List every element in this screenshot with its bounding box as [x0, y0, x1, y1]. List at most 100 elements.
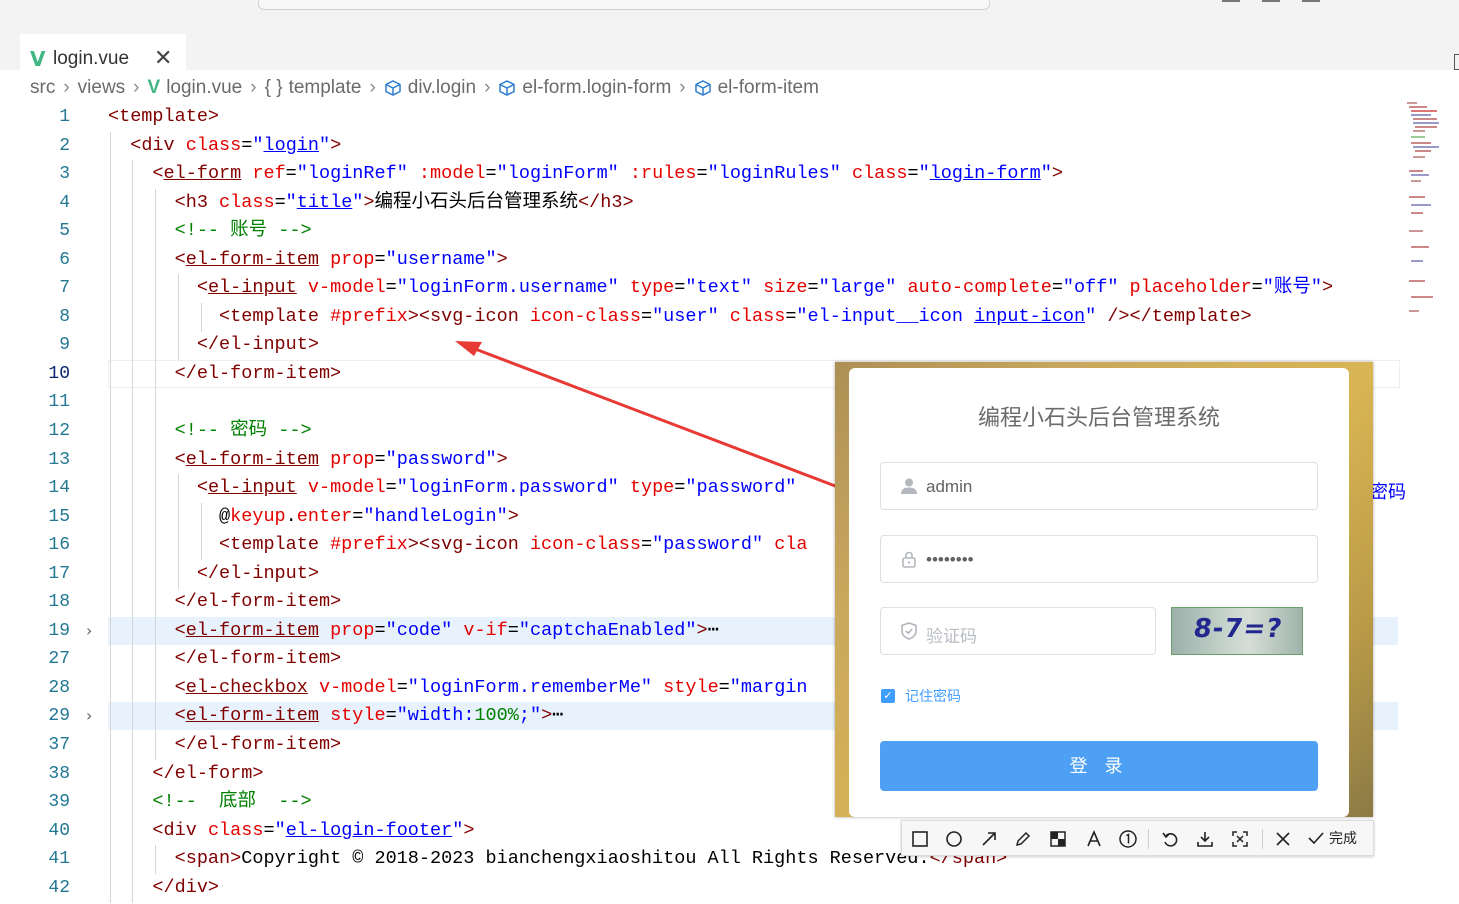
- code-line: 5 <!-- 账号 -->: [0, 217, 1400, 247]
- vue-icon: V: [147, 77, 161, 98]
- line-number: 38: [48, 763, 70, 784]
- line-number: 3: [59, 164, 70, 185]
- line-number: 8: [59, 306, 70, 327]
- cube-icon: [499, 80, 516, 96]
- code-text: <el-checkbox v-model="loginForm.remember…: [174, 676, 808, 698]
- code-text: <el-form ref="loginRef" :model="loginFor…: [152, 163, 1063, 185]
- circle-icon[interactable]: [942, 827, 966, 851]
- chevron-right-icon[interactable]: ›: [86, 702, 92, 730]
- code-text: </el-form-item>: [174, 362, 342, 384]
- line-number: 13: [48, 449, 70, 470]
- pin-to-screen-icon[interactable]: [1228, 827, 1252, 851]
- code-text: <template>: [108, 106, 220, 127]
- code-line: 9 </el-input>: [0, 331, 1400, 361]
- line-number: 15: [48, 506, 70, 527]
- code-text: <el-form-item prop="password">: [174, 448, 508, 470]
- undo-icon[interactable]: [1158, 827, 1182, 851]
- done-button[interactable]: 完成: [1307, 828, 1357, 848]
- tab-title: login.vue: [53, 48, 130, 69]
- minimap[interactable]: [1405, 100, 1439, 340]
- line-number: 29: [48, 706, 70, 727]
- chevron-right-icon: ›: [133, 77, 140, 98]
- password-value: ••••••••: [926, 550, 974, 569]
- remember-label: 记住密码: [905, 688, 961, 704]
- code-text: <div class="login">: [130, 134, 342, 156]
- captcha-input[interactable]: 验证码: [880, 607, 1156, 655]
- breadcrumb-item[interactable]: el-form-item: [718, 77, 819, 99]
- line-number: 42: [48, 877, 70, 898]
- line-number: 40: [48, 820, 70, 841]
- code-text: <div class="el-login-footer">: [152, 819, 475, 841]
- line-number: 16: [48, 535, 70, 556]
- minimize-icon[interactable]: [1222, 0, 1240, 4]
- chevron-right-icon[interactable]: ›: [86, 617, 92, 645]
- text-icon[interactable]: [1082, 827, 1106, 851]
- captcha-image[interactable]: 8-7=?: [1171, 607, 1303, 655]
- line-number: 1: [59, 107, 70, 127]
- line-number: 27: [48, 649, 70, 670]
- code-text: </el-form-item>: [174, 648, 342, 670]
- cube-icon: [385, 80, 401, 96]
- login-card: 编程小石头后台管理系统 admin •••••••• 验证码 8-7=? ✓ 记…: [849, 368, 1349, 817]
- rectangle-icon[interactable]: [908, 827, 932, 851]
- code-line: 42 </div>: [0, 873, 1400, 903]
- code-text: <el-form-item style="width:100%;">⋯: [174, 705, 564, 727]
- arrow-icon[interactable]: [977, 827, 1001, 851]
- code-text: </div>: [152, 876, 220, 898]
- split-editor-icon[interactable]: [1454, 54, 1459, 70]
- breadcrumb-file[interactable]: login.vue: [166, 77, 242, 99]
- code-text: <!-- 账号 -->: [174, 220, 312, 242]
- code-line: 8 <template #prefix><svg-icon icon-class…: [0, 302, 1400, 332]
- breadcrumb-views[interactable]: views: [78, 77, 126, 99]
- maximize-icon[interactable]: [1262, 0, 1280, 4]
- chevron-right-icon: ›: [250, 77, 257, 98]
- code-text: </el-form>: [152, 762, 264, 784]
- line-number: 10: [48, 363, 70, 384]
- code-text: <!-- 底部 -->: [152, 791, 312, 813]
- username-input[interactable]: admin: [880, 462, 1318, 510]
- code-text: <el-input v-model="loginForm.username" t…: [196, 277, 1334, 299]
- chevron-right-icon: ›: [63, 77, 70, 98]
- code-line: 3 <el-form ref="loginRef" :model="loginF…: [0, 160, 1400, 190]
- breadcrumb-div[interactable]: div.login: [408, 77, 476, 99]
- breadcrumb-form[interactable]: el-form.login-form: [522, 77, 671, 99]
- code-line: 2 <div class="login">: [0, 131, 1400, 161]
- breadcrumb-src[interactable]: src: [30, 77, 55, 99]
- close-icon[interactable]: [1271, 827, 1295, 851]
- command-center[interactable]: [258, 0, 990, 10]
- login-button[interactable]: 登 录: [880, 741, 1318, 791]
- code-text: <template #prefix><svg-icon icon-class="…: [219, 305, 1252, 327]
- code-text: <!-- 密码 -->: [174, 420, 312, 442]
- shield-icon: [901, 622, 917, 640]
- code-text: <el-form-item prop="code" v-if="captchaE…: [174, 619, 719, 641]
- chevron-right-icon: ›: [369, 77, 376, 98]
- password-input[interactable]: ••••••••: [880, 535, 1318, 583]
- download-icon[interactable]: [1193, 827, 1217, 851]
- breadcrumb-template[interactable]: template: [289, 77, 362, 99]
- line-number: 18: [48, 592, 70, 613]
- user-icon: [901, 478, 917, 494]
- done-label: 完成: [1329, 830, 1357, 846]
- mosaic-icon[interactable]: [1046, 827, 1070, 851]
- line-number: 19: [48, 620, 70, 641]
- checkbox-checked-icon[interactable]: ✓: [881, 689, 895, 703]
- lock-icon: [902, 551, 916, 568]
- restore-icon[interactable]: [1302, 0, 1320, 4]
- vue-icon: V: [30, 47, 46, 71]
- braces-icon: { }: [264, 77, 283, 98]
- remember-checkbox[interactable]: ✓ 记住密码: [881, 686, 961, 706]
- line-number: 4: [59, 192, 70, 213]
- number-marker-icon[interactable]: [1116, 827, 1140, 851]
- captcha-text: 8-7=?: [1191, 614, 1285, 644]
- login-title: 编程小石头后台管理系统: [977, 405, 1220, 430]
- clipped-text: 密码: [1370, 482, 1406, 503]
- title-bar: [0, 0, 1459, 16]
- line-number: 37: [48, 735, 70, 756]
- code-line: 1 <template>: [0, 103, 1400, 132]
- pen-icon[interactable]: [1011, 827, 1035, 851]
- close-icon[interactable]: ✕: [154, 46, 172, 71]
- line-number: 5: [59, 221, 70, 242]
- line-number: 39: [48, 792, 70, 813]
- login-preview-screenshot: 编程小石头后台管理系统 admin •••••••• 验证码 8-7=? ✓ 记…: [835, 362, 1373, 817]
